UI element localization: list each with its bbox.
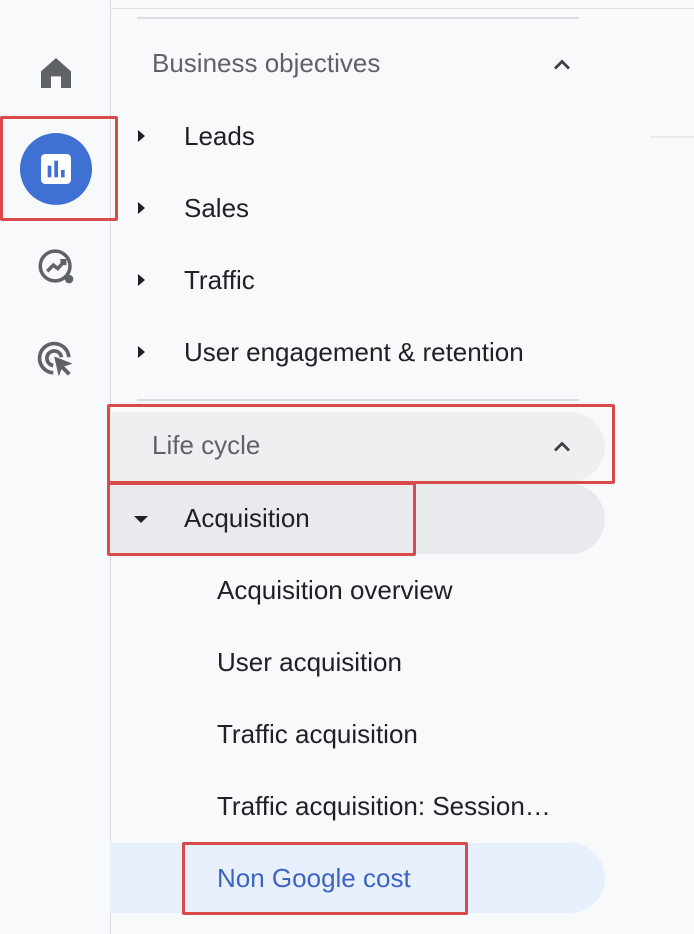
- section-divider: [137, 17, 579, 19]
- nav-item-traffic[interactable]: Traffic: [184, 265, 255, 296]
- section-divider: [137, 399, 579, 401]
- nav-subitem-traffic-acquisition[interactable]: Traffic acquisition: [217, 719, 418, 750]
- caret-down-icon[interactable]: [134, 516, 148, 523]
- chevron-up-icon[interactable]: [548, 51, 576, 79]
- caret-right-icon[interactable]: [138, 346, 145, 358]
- rail-reports-button[interactable]: [20, 133, 92, 205]
- nav-subitem-traffic-acquisition-session[interactable]: Traffic acquisition: Session…: [217, 791, 551, 822]
- nav-item-sales[interactable]: Sales: [184, 193, 249, 224]
- home-icon: [41, 58, 71, 88]
- caret-right-icon[interactable]: [138, 202, 145, 214]
- nav-subitem-user-acquisition[interactable]: User acquisition: [217, 647, 402, 678]
- section-header-life-cycle[interactable]: Life cycle: [152, 430, 260, 461]
- nav-item-user-engagement[interactable]: User engagement & retention: [184, 337, 524, 368]
- nav-subitem-non-google-cost[interactable]: Non Google cost: [217, 863, 411, 894]
- rail-explore-button[interactable]: [28, 238, 84, 294]
- section-header-business-objectives[interactable]: Business objectives: [152, 48, 380, 79]
- nav-rail: [0, 0, 111, 934]
- background-line: [650, 136, 694, 138]
- cursor-target-icon: [37, 341, 73, 377]
- rail-home-button[interactable]: [28, 45, 84, 101]
- nav-item-acquisition[interactable]: Acquisition: [184, 503, 310, 534]
- nav-item-leads[interactable]: Leads: [184, 121, 255, 152]
- caret-right-icon[interactable]: [138, 130, 145, 142]
- chevron-up-icon[interactable]: [548, 433, 576, 461]
- rail-advertising-button[interactable]: [28, 332, 84, 388]
- nav-subitem-acquisition-overview[interactable]: Acquisition overview: [217, 575, 453, 606]
- caret-right-icon[interactable]: [138, 274, 145, 286]
- bar-chart-icon: [41, 154, 71, 184]
- explore-trend-icon: [38, 249, 74, 284]
